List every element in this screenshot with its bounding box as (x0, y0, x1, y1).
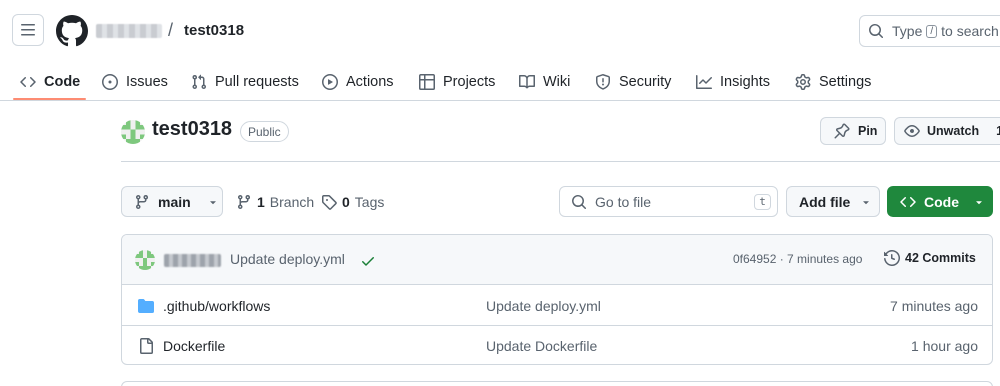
branch-name: main (158, 193, 191, 210)
commit-author-redacted[interactable] (164, 254, 221, 267)
divider (121, 161, 1000, 162)
file-commit-message[interactable]: Update deploy.yml (486, 298, 601, 314)
git-pull-request-icon (192, 74, 207, 89)
triangle-down-icon (863, 200, 870, 204)
search-icon (869, 24, 884, 39)
code-button[interactable]: Code (887, 186, 993, 217)
tab-projects[interactable]: Projects (419, 62, 495, 101)
tab-insights[interactable]: Insights (696, 62, 770, 101)
search-shortcut-key: / (926, 24, 938, 38)
tag-icon (322, 194, 337, 210)
tab-code[interactable]: Code (20, 62, 80, 101)
file-commit-date: 1 hour ago (911, 338, 978, 354)
tag-label: Tags (354, 193, 385, 210)
visibility-badge: Public (240, 121, 289, 142)
triangle-down-icon (209, 200, 216, 204)
owner-name-redacted[interactable] (96, 24, 162, 38)
file-table: Update deploy.yml 0f64952 · 7 minutes ag… (121, 234, 993, 365)
pin-icon (834, 123, 850, 139)
graph-icon (696, 74, 712, 89)
tab-label: Settings (819, 73, 872, 90)
tab-settings[interactable]: Settings (795, 62, 871, 101)
code-button-label: Code (924, 193, 959, 210)
tab-pull-requests[interactable]: Pull requests (191, 62, 299, 101)
search-input[interactable]: Type / to search (859, 15, 1000, 47)
unwatch-label: Unwatch (927, 124, 980, 138)
play-icon (322, 73, 338, 90)
go-to-file-placeholder: Go to file (595, 193, 652, 210)
tab-label: Insights (720, 73, 770, 90)
watch-count: 1 (996, 124, 1000, 138)
pin-button[interactable]: Pin (820, 117, 886, 145)
menu-button[interactable] (12, 14, 44, 46)
file-icon (140, 338, 153, 354)
breadcrumb-repo[interactable]: test0318 (184, 22, 244, 39)
add-file-label: Add file (799, 193, 851, 210)
branch-count: 1 (257, 193, 265, 210)
eye-icon (904, 125, 920, 137)
branch-label: Branch (269, 193, 315, 210)
tab-wiki[interactable]: Wiki (519, 62, 570, 101)
issue-opened-icon (102, 73, 118, 90)
tab-label: Issues (126, 73, 168, 90)
file-commit-message[interactable]: Update Dockerfile (486, 338, 597, 354)
active-tab-indicator (13, 98, 86, 100)
tab-label: Security (619, 73, 672, 90)
latest-commit-bar: Update deploy.yml 0f64952 · 7 minutes ag… (122, 235, 992, 285)
commits-count-label: 42 Commits (905, 251, 976, 265)
search-prefix: Type (892, 23, 923, 39)
tab-label: Pull requests (215, 73, 299, 90)
branch-select-button[interactable]: main (121, 186, 223, 217)
tag-count: 0 (342, 193, 350, 210)
history-icon (884, 250, 900, 266)
tab-label: Actions (346, 73, 394, 90)
file-name[interactable]: Dockerfile (163, 338, 225, 354)
pin-label: Pin (858, 124, 878, 138)
tags-link[interactable]: 0 Tags (321, 186, 384, 217)
table-icon (419, 73, 435, 90)
github-logo-icon[interactable] (56, 15, 88, 47)
search-icon (572, 194, 587, 209)
file-row[interactable]: .github/workflows Update deploy.yml 7 mi… (122, 286, 992, 326)
commits-history-link[interactable]: 42 Commits (884, 250, 976, 266)
go-to-file-input[interactable]: Go to file t (559, 186, 778, 217)
file-row[interactable]: Dockerfile Update Dockerfile 1 hour ago (122, 326, 992, 364)
book-icon (519, 74, 535, 88)
repo-title[interactable]: test0318 (152, 118, 232, 141)
app-header: / test0318 Type / to search Code Issues … (0, 0, 1000, 101)
tab-security[interactable]: Security (595, 62, 671, 101)
readme-box (121, 381, 993, 386)
repo-owner-avatar[interactable] (121, 120, 145, 144)
tab-label: Wiki (543, 73, 571, 90)
unwatch-button[interactable]: Unwatch 1 (894, 117, 1000, 145)
check-icon[interactable] (360, 253, 376, 269)
commit-hash-and-time[interactable]: 0f64952 · 7 minutes ago (733, 252, 862, 266)
tab-label: Projects (443, 73, 496, 90)
go-to-file-shortcut: t (754, 194, 771, 210)
code-icon (20, 76, 36, 87)
gear-icon (795, 73, 811, 90)
tab-actions[interactable]: Actions (322, 62, 394, 101)
branches-link[interactable]: 1 Branch (236, 186, 314, 217)
git-branch-icon (135, 194, 148, 209)
search-suffix: to search (941, 23, 999, 39)
file-name[interactable]: .github/workflows (163, 298, 270, 314)
tab-issues[interactable]: Issues (102, 62, 168, 101)
commit-message[interactable]: Update deploy.yml (230, 251, 345, 267)
file-commit-date: 7 minutes ago (890, 298, 978, 314)
code-icon (900, 196, 916, 207)
tab-label: Code (44, 73, 81, 90)
triangle-down-icon (976, 200, 982, 204)
breadcrumb-separator: / (168, 20, 174, 40)
folder-icon (138, 299, 154, 313)
commit-author-avatar[interactable] (135, 250, 155, 270)
hamburger-icon (21, 24, 35, 36)
git-branch-icon (237, 194, 250, 209)
add-file-button[interactable]: Add file (786, 186, 880, 217)
shield-icon (596, 73, 610, 90)
